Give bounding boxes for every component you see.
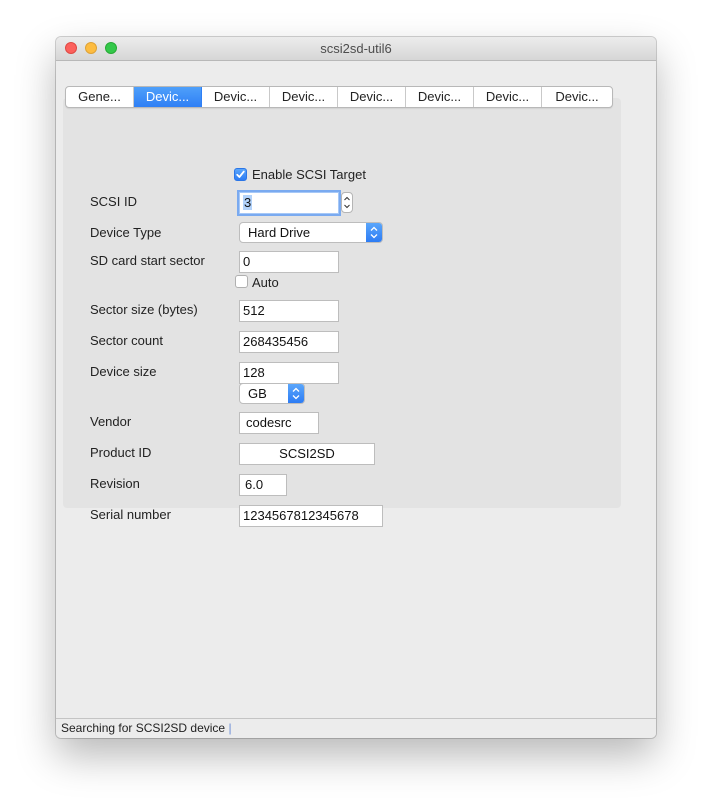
status-bar: Searching for SCSI2SD device |: [56, 718, 656, 738]
vendor-label: Vendor: [90, 414, 132, 429]
status-text: Searching for SCSI2SD device: [61, 721, 226, 735]
tab-device-6[interactable]: Devic...: [474, 87, 542, 107]
sector-size-input[interactable]: 512: [239, 300, 339, 322]
device-size-unit-value: GB: [248, 386, 267, 401]
revision-label: Revision: [90, 476, 140, 491]
tab-general[interactable]: Gene...: [66, 87, 134, 107]
sector-size-label: Sector size (bytes): [90, 302, 198, 317]
device-settings-panel: Enable SCSI Target SCSI ID 3 Device Type…: [63, 98, 621, 527]
popup-arrows-icon: [366, 223, 382, 242]
window-title: scsi2sd-util6: [320, 41, 392, 56]
tab-device-7[interactable]: Devic...: [542, 87, 612, 107]
enable-scsi-target-checkbox[interactable]: [234, 168, 247, 181]
sd-start-sector-input[interactable]: 0: [239, 251, 339, 273]
tab-device-1[interactable]: Devic...: [134, 87, 202, 107]
auto-label: Auto: [252, 275, 279, 290]
device-size-label: Device size: [90, 364, 157, 379]
product-id-input[interactable]: SCSI2SD: [239, 443, 375, 465]
checkmark-icon: [236, 170, 245, 178]
app-window: scsi2sd-util6 Enable SCSI Target SCSI ID…: [56, 37, 656, 738]
title-bar[interactable]: scsi2sd-util6: [56, 37, 656, 61]
revision-input[interactable]: 6.0: [239, 474, 287, 496]
tab-device-2[interactable]: Devic...: [202, 87, 270, 107]
scsi-id-input[interactable]: 3: [239, 192, 339, 214]
stepper-arrows-icon: [344, 196, 350, 209]
device-tabs: Gene... Devic... Devic... Devic... Devic…: [65, 86, 613, 108]
scsi-id-value: 3: [243, 195, 253, 210]
tab-device-5[interactable]: Devic...: [406, 87, 474, 107]
auto-checkbox[interactable]: [235, 275, 248, 288]
serial-number-label: Serial number: [90, 507, 171, 522]
sd-start-sector-label: SD card start sector: [90, 253, 205, 268]
serial-number-input[interactable]: 1234567812345678: [239, 505, 383, 527]
product-id-label: Product ID: [90, 445, 152, 460]
popup-arrows-icon: [288, 384, 304, 403]
tab-device-3[interactable]: Devic...: [270, 87, 338, 107]
tab-device-4[interactable]: Devic...: [338, 87, 406, 107]
device-size-unit-select[interactable]: GB: [239, 383, 305, 404]
device-type-value: Hard Drive: [248, 225, 311, 240]
status-spinner: |: [228, 721, 232, 735]
scsi-id-stepper[interactable]: [341, 192, 353, 213]
sector-count-input[interactable]: 268435456: [239, 331, 339, 353]
device-type-label: Device Type: [90, 225, 162, 240]
sector-count-label: Sector count: [90, 333, 163, 348]
scsi-id-label: SCSI ID: [90, 194, 137, 209]
device-type-select[interactable]: Hard Drive: [239, 222, 383, 243]
enable-scsi-target-label: Enable SCSI Target: [252, 167, 366, 182]
device-size-input[interactable]: 128: [239, 362, 339, 384]
vendor-input[interactable]: codesrc: [239, 412, 319, 434]
